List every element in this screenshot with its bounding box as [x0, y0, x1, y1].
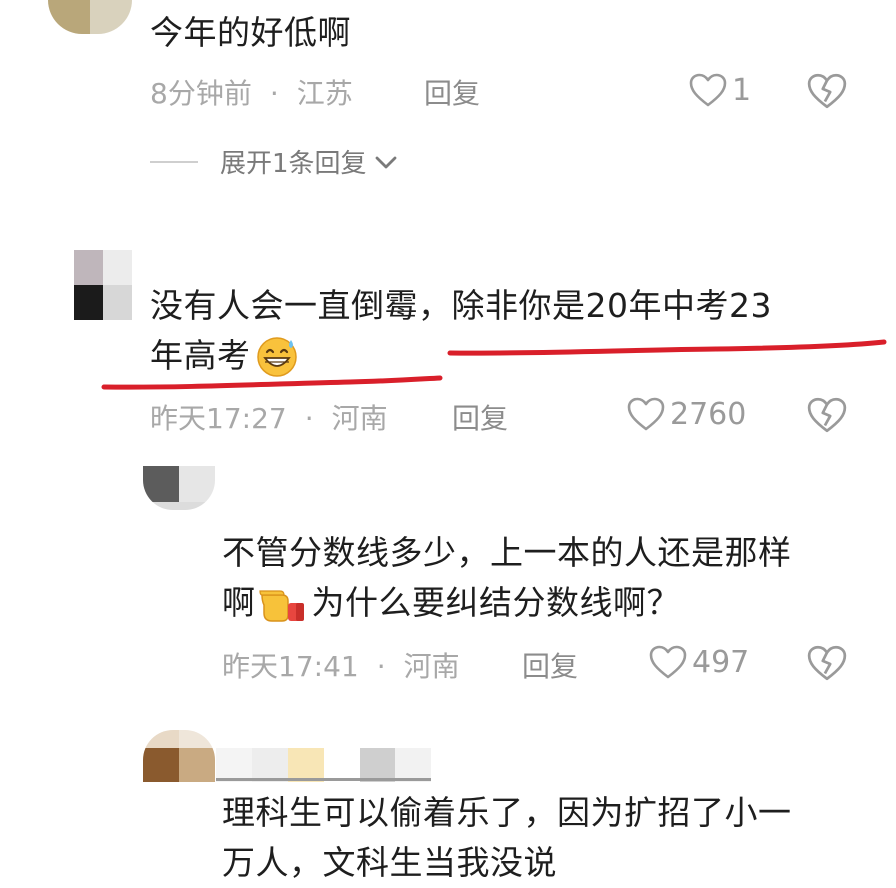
like-count: 2760 — [670, 396, 747, 432]
reply-button[interactable]: 回复 — [522, 645, 578, 685]
comment-text: 没有人会一直倒霉，除非你是20年中考23 年高考 — [150, 281, 870, 381]
like-button[interactable]: 2760 — [626, 396, 746, 432]
chevron-down-icon — [375, 156, 396, 168]
username-underline — [216, 778, 431, 781]
avatar[interactable] — [143, 466, 215, 510]
comment-meta: 8分钟前 · 江苏 — [150, 72, 353, 112]
expand-replies[interactable]: 展开1条回复 — [150, 143, 399, 180]
separator-dot: · — [304, 402, 314, 435]
comment-line-2: 万人，文科生当我没说 — [222, 843, 557, 882]
timestamp: 8分钟前 — [150, 77, 252, 110]
dislike-button[interactable] — [806, 396, 848, 438]
like-count: 1 — [732, 72, 752, 108]
username-blurred — [216, 748, 431, 782]
reply-button[interactable]: 回复 — [424, 72, 480, 112]
comment-line-2-text-a: 啊 — [222, 583, 256, 622]
broken-heart-icon — [807, 73, 847, 109]
expand-label: 展开1条回复 — [220, 149, 367, 179]
comment-meta: 昨天17:27 · 河南 — [150, 397, 388, 437]
red-underline-1 — [446, 336, 888, 360]
separator-dot: · — [269, 77, 279, 110]
like-button[interactable]: 497 — [648, 644, 749, 680]
timestamp: 昨天17:27 — [150, 402, 287, 435]
like-button[interactable]: 1 — [688, 72, 751, 108]
comment-text: 今年的好低啊 — [150, 13, 351, 52]
comment-text: 理科生可以偷着乐了，因为扩招了小一 万人，文科生当我没说 — [222, 788, 882, 888]
dislike-button[interactable] — [806, 644, 848, 686]
timestamp: 昨天17:41 — [222, 650, 359, 683]
separator-dot: · — [376, 650, 386, 683]
location: 河南 — [331, 402, 388, 435]
reply-button[interactable]: 回复 — [452, 397, 508, 437]
like-count: 497 — [692, 644, 750, 680]
heart-icon — [627, 397, 665, 431]
divider — [150, 160, 198, 163]
comment-text: 不管分数线多少，上一本的人还是那样 啊 为什么要纠结分数线啊？ — [222, 528, 882, 628]
avatar[interactable] — [74, 250, 132, 320]
dislike-button[interactable] — [806, 72, 848, 114]
location: 河南 — [403, 650, 460, 683]
comment-line-1: 没有人会一直倒霉，除非你是20年中考23 — [150, 286, 772, 325]
avatar[interactable] — [48, 0, 132, 34]
heart-icon — [689, 73, 727, 107]
heart-icon — [649, 645, 687, 679]
location: 江苏 — [296, 77, 353, 110]
broken-heart-icon — [807, 397, 847, 433]
pointing-hand-emoji — [258, 590, 304, 622]
comment-line-2-text-b: 为什么要纠结分数线啊？ — [311, 583, 680, 622]
comment-line-1: 理科生可以偷着乐了，因为扩招了小一 — [222, 793, 792, 832]
comment-meta: 昨天17:41 · 河南 — [222, 645, 460, 685]
avatar[interactable] — [143, 730, 215, 782]
red-underline-2 — [100, 370, 444, 394]
comment-line-2: 啊 为什么要纠结分数线啊？ — [222, 578, 882, 628]
broken-heart-icon — [807, 645, 847, 681]
comment-line-1: 不管分数线多少，上一本的人还是那样 — [222, 533, 792, 572]
